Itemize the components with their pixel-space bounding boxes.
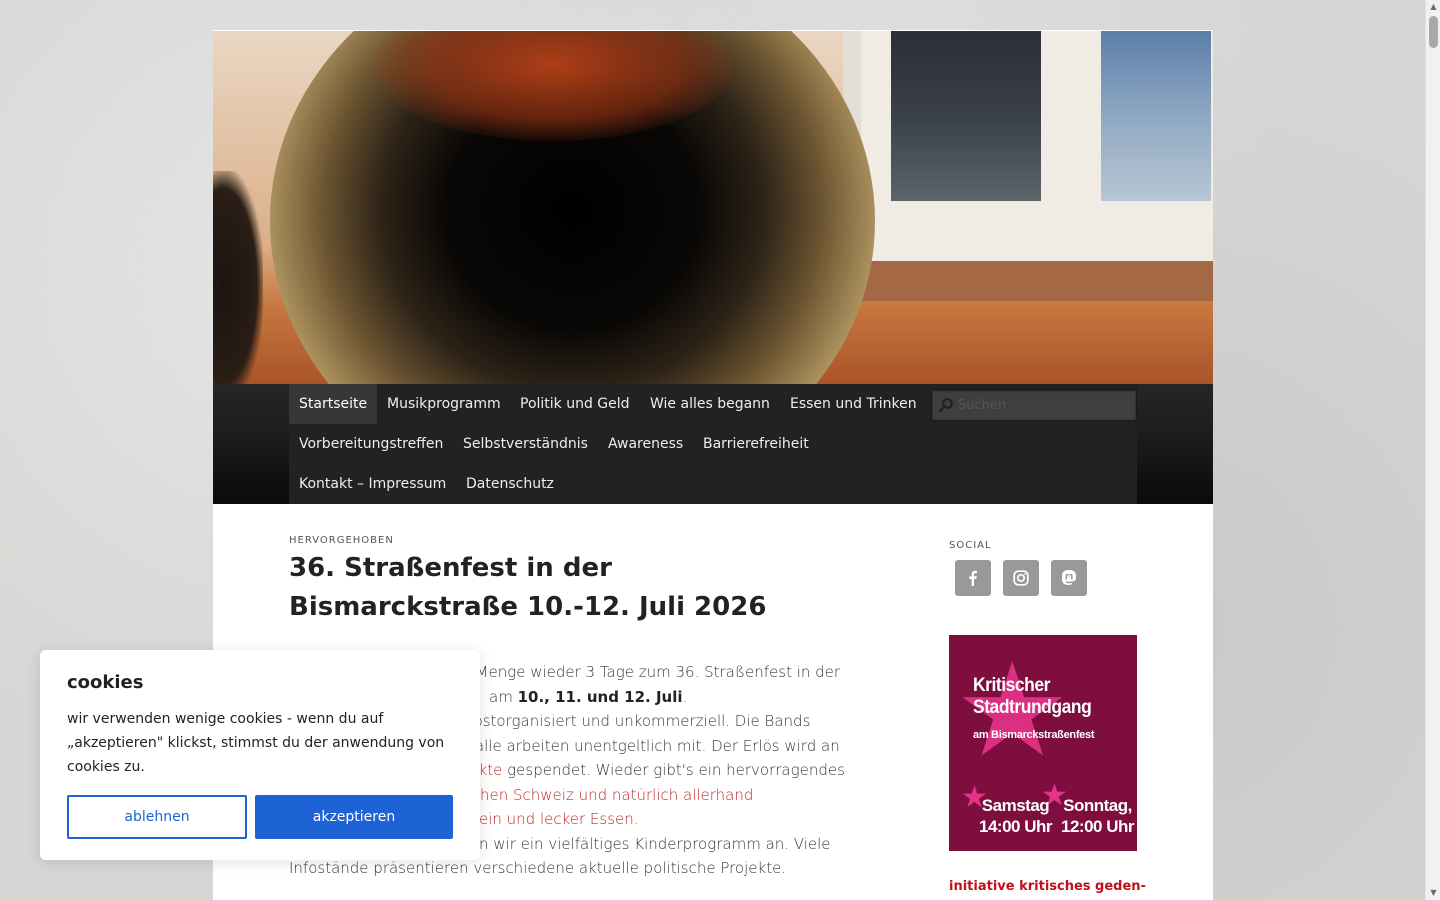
instagram-button[interactable] [1003,560,1039,596]
mastodon-icon [1062,570,1076,585]
promo-title-line2: Stadtrundgang [973,697,1092,718]
post-dates: 10., 11. und 12. Juli [517,687,683,706]
cookie-title: cookies [67,672,144,693]
search-box[interactable] [931,389,1137,421]
promo-title-line1: Kritischer [973,675,1051,696]
window-pane [1101,31,1211,201]
nav-inner: Startseite Musikprogramm Politik und Gel… [289,384,1137,504]
window-pane [891,31,1041,201]
post-link[interactable]: hen Schweiz und natürlich allerhand [480,786,753,804]
featured-label: HERVORGEHOBEN [289,535,394,546]
scroll-down-arrow-icon[interactable]: ▼ [1426,886,1440,900]
main-navigation: Startseite Musikprogramm Politik und Gel… [213,384,1213,504]
promo-time-label: 12:00 Uhr [1061,817,1134,836]
post-title[interactable]: 36. Straßenfest in der Bismarckstraße 10… [289,549,809,627]
search-icon [938,398,953,413]
nav-item-politik-und-geld[interactable]: Politik und Geld [510,384,640,424]
instagram-icon [1013,570,1029,586]
facebook-button[interactable] [955,560,991,596]
nav-item-vorbereitungstreffen[interactable]: Vorbereitungstreffen [289,424,453,464]
promo-title: Kritischer Stadtrundgang [973,675,1120,719]
nav-item-startseite[interactable]: Startseite [289,384,378,424]
promo-day-label: Samstag [981,796,1050,815]
page-scrollbar[interactable]: ▲ ▼ [1425,0,1440,900]
nav-item-kontakt-impressum[interactable]: Kontakt – Impressum [289,464,456,504]
nav-item-barrierefreiheit[interactable]: Barrierefreiheit [693,424,819,464]
header-sill [843,261,1213,301]
promo-day-sunday: Sonntag, 12:00 Uhr [1061,795,1134,837]
search-input[interactable] [958,394,1128,416]
nav-item-essen-und-trinken[interactable]: Essen und Trinken [780,384,927,424]
nav-item-selbstverstaendnis[interactable]: Selbstverständnis [453,424,598,464]
nav-item-musikprogramm[interactable]: Musikprogramm [377,384,511,424]
promo-banner[interactable]: ★ Kritischer Stadtrundgang am Bismarckst… [949,635,1137,851]
post-text: gespendet. Wieder gibt's ein hervorragen… [502,761,845,779]
promo-subtitle: am Bismarckstraßenfest [973,729,1095,741]
mastodon-button[interactable] [1051,560,1087,596]
nav-item-awareness[interactable]: Awareness [598,424,693,464]
facebook-icon [969,570,977,586]
promo-day-saturday: Samstag 14:00 Uhr [979,795,1052,837]
scroll-thumb[interactable] [1429,16,1438,48]
promo-time-label: 14:00 Uhr [979,817,1052,836]
nav-item-wie-alles-begann[interactable]: Wie alles begann [640,384,780,424]
header-window [843,31,1213,261]
musician-hair [213,171,263,384]
post-text: am [489,687,518,706]
decline-button[interactable]: ablehnen [67,795,247,839]
post-link[interactable]: ein und lecker Essen. [479,810,639,828]
promo-day-label: Sonntag, [1063,796,1132,815]
social-label: SOCIAL [949,540,992,551]
cookie-text: wir verwenden wenige cookies - wenn du a… [67,711,445,775]
scroll-up-arrow-icon[interactable]: ▲ [1426,0,1440,14]
cookie-banner: cookies wir verwenden wenige cookies - w… [40,650,480,860]
header-image[interactable] [213,31,1213,384]
post-text: . [682,687,688,706]
sidebar-link-initiative[interactable]: initiative kritisches geden- [949,878,1149,896]
accept-button[interactable]: akzeptieren [255,795,453,839]
nav-item-datenschutz[interactable]: Datenschutz [456,464,564,504]
